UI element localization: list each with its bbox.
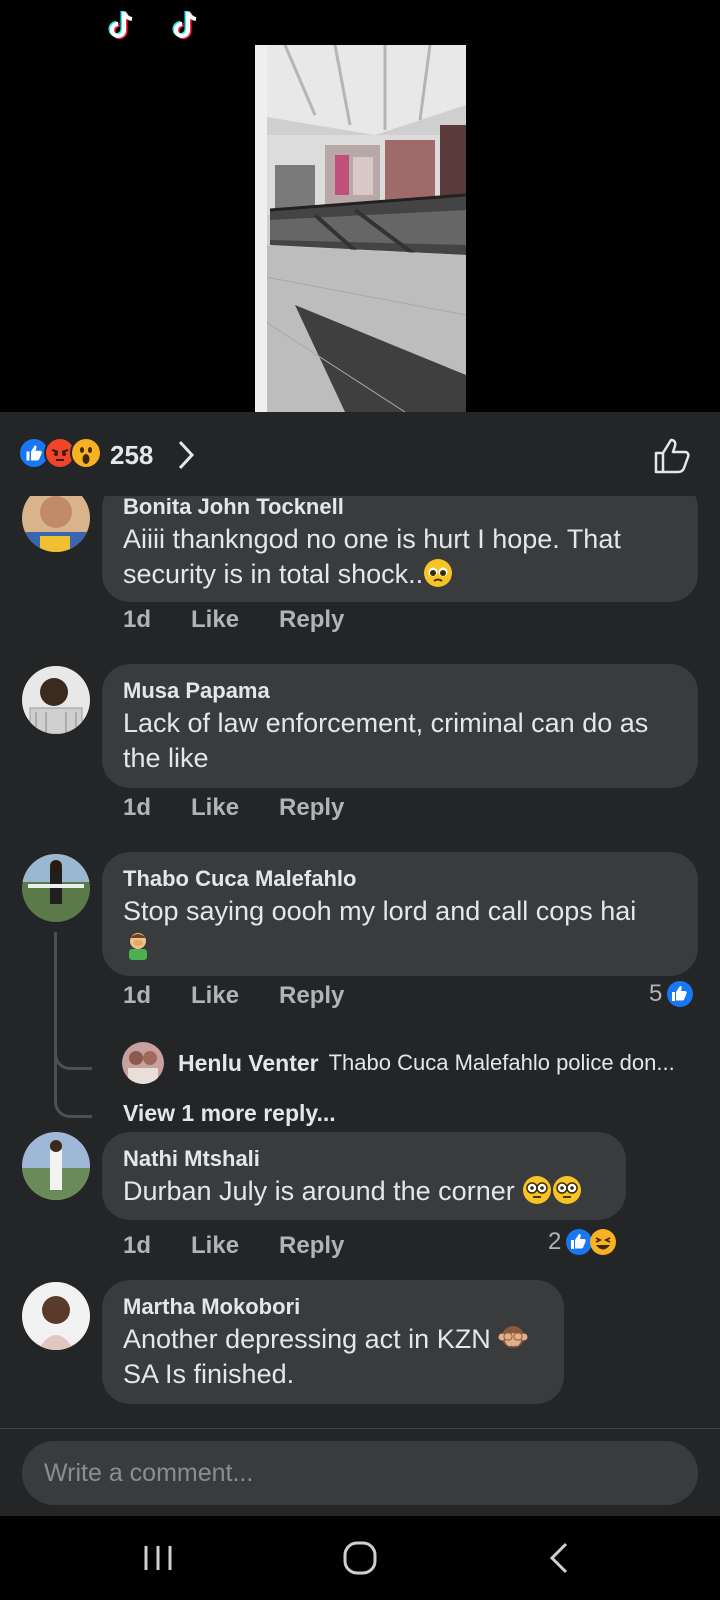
comment-time: 1d (123, 606, 152, 633)
comments-list: Bonita John Tocknell Aiiii thankngod no … (0, 496, 720, 1428)
comment-input[interactable] (22, 1441, 698, 1505)
comment-actions: 1d Like Reply (123, 1232, 384, 1260)
avatar[interactable] (22, 1282, 90, 1350)
like-button-icon[interactable] (652, 436, 692, 476)
reply-link[interactable]: Reply (279, 982, 344, 1010)
flushed-face-icon (523, 1176, 552, 1204)
comment-text-line: SA Is finished. (123, 1359, 295, 1389)
video-thumbnail[interactable] (255, 45, 466, 412)
comment-bubble[interactable]: Musa Papama Lack of law enforcement, cri… (102, 664, 698, 788)
like-link[interactable]: Like (191, 606, 239, 634)
reaction-summary[interactable]: 2 (548, 1228, 617, 1256)
see-no-evil-monkey-icon (498, 1326, 528, 1348)
avatar[interactable] (22, 496, 90, 552)
reply-snippet: Thabo Cuca Malefahlo police don... (328, 1050, 675, 1075)
commenter-name[interactable]: Nathi Mtshali (123, 1144, 606, 1174)
avatar[interactable] (22, 1132, 90, 1200)
flushed-face-icon (553, 1176, 582, 1204)
chevron-right-icon[interactable] (174, 438, 198, 472)
comment-time: 1d (123, 794, 152, 821)
reply-link[interactable]: Reply (279, 1232, 344, 1260)
comment-time: 1d (123, 982, 152, 1009)
home-icon[interactable] (340, 1538, 380, 1578)
haha-icon (590, 1229, 617, 1255)
commenter-name[interactable]: Musa Papama (123, 676, 678, 706)
reaction-count[interactable]: 258 (110, 440, 153, 471)
like-link[interactable]: Like (191, 794, 239, 822)
back-icon[interactable] (540, 1538, 580, 1578)
reactions-bar: 258 (0, 412, 720, 496)
comment-actions: 1d Like Reply (123, 982, 384, 1010)
comment-text-line: security is in total shock.. (123, 559, 424, 589)
comment-text-line: Lack of law enforcement, criminal can do… (123, 708, 649, 738)
comment-text-line: the like (123, 743, 209, 773)
tiktok-logo-icon (172, 11, 197, 39)
comment-text-line: Stop saying oooh my lord and call cops h… (123, 896, 637, 926)
comment-text-line: Durban July is around the corner (123, 1176, 515, 1206)
comment-time: 1d (123, 1232, 152, 1259)
recent-apps-icon[interactable] (138, 1538, 178, 1578)
comment-bubble[interactable]: Bonita John Tocknell Aiiii thankngod no … (102, 496, 698, 602)
reaction-icons[interactable] (18, 437, 102, 471)
comment-actions: 1d Like Reply (123, 794, 384, 822)
comment-bubble[interactable]: Nathi Mtshali Durban July is around the … (102, 1132, 626, 1220)
comment-actions: 1d Like Reply (123, 606, 384, 634)
avatar[interactable] (22, 666, 90, 734)
like-link[interactable]: Like (191, 982, 239, 1010)
thread-line (54, 1046, 92, 1118)
wow-icon (70, 437, 102, 469)
reply-link[interactable]: Reply (279, 606, 344, 634)
tiktok-logo-icon (108, 11, 133, 39)
comment-text-line: Another depressing act in KZN (123, 1324, 491, 1354)
commenter-name[interactable]: Martha Mokobori (123, 1292, 544, 1322)
reply-author[interactable]: Henlu Venter (178, 1050, 319, 1077)
reply-preview[interactable]: Henlu Venter Thabo Cuca Malefahlo police… (122, 1042, 675, 1084)
reply-link[interactable]: Reply (279, 794, 344, 822)
media-area (0, 0, 720, 412)
system-nav-bar (0, 1516, 720, 1600)
comment-bubble[interactable]: Martha Mokobori Another depressing act i… (102, 1280, 564, 1404)
comment-composer (0, 1428, 720, 1516)
reaction-summary[interactable]: 5 (649, 980, 694, 1008)
comment-text-line: Aiiii thankngod no one is hurt I hope. T… (123, 524, 621, 554)
pleading-face-icon (424, 559, 453, 587)
avatar[interactable] (22, 854, 90, 922)
reaction-count: 5 (649, 980, 663, 1007)
like-link[interactable]: Like (191, 1232, 239, 1260)
avatar[interactable] (122, 1042, 164, 1084)
comment-bubble[interactable]: Thabo Cuca Malefahlo Stop saying oooh my… (102, 852, 698, 976)
commenter-name[interactable]: Thabo Cuca Malefahlo (123, 864, 678, 894)
reaction-count: 2 (548, 1228, 562, 1255)
like-icon (667, 981, 694, 1007)
view-more-replies[interactable]: View 1 more reply... (123, 1100, 336, 1127)
facepalm-icon (129, 933, 147, 960)
commenter-name[interactable]: Bonita John Tocknell (123, 496, 678, 522)
